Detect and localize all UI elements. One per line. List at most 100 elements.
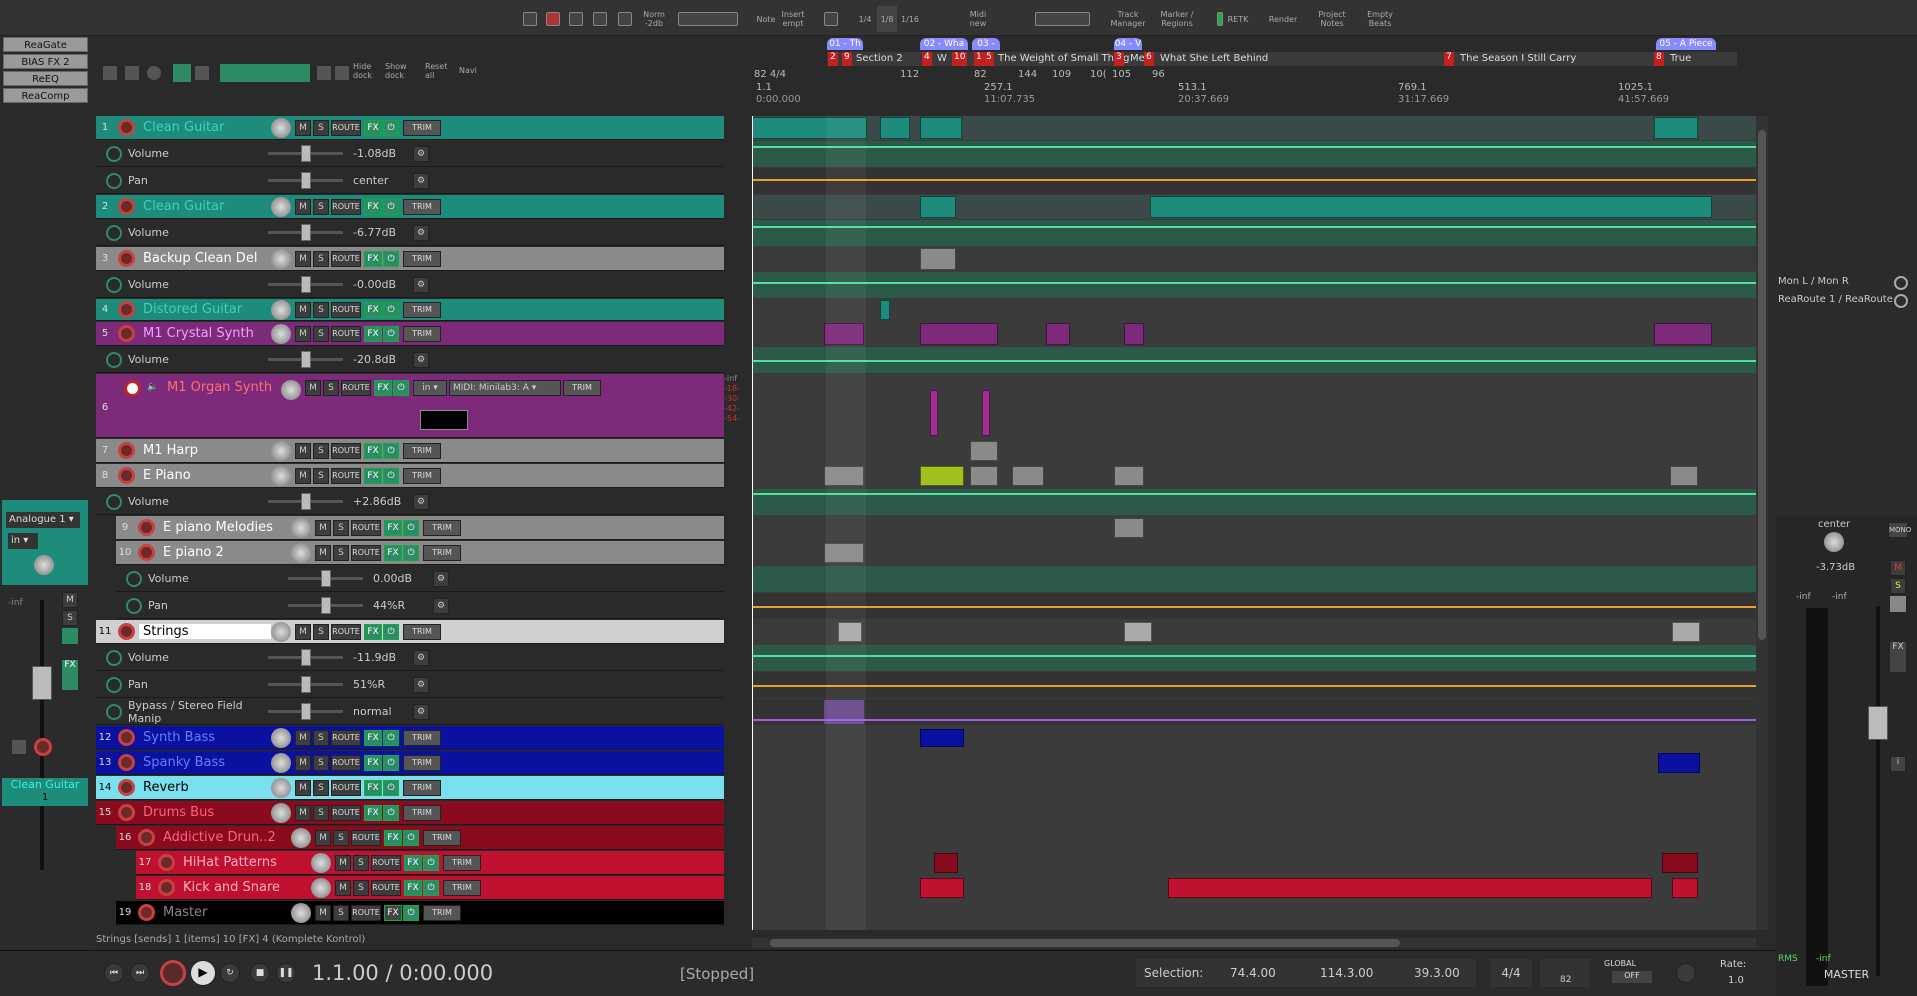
note-button[interactable]: Note (752, 6, 780, 32)
envelope-lane[interactable]: Volume +2.86dB ⚙ (96, 489, 724, 515)
record-arm-button[interactable] (118, 198, 135, 215)
route-button[interactable]: ROUTE (371, 879, 401, 896)
trim-button[interactable]: TRIM (403, 442, 441, 459)
fx-button[interactable]: FX (364, 729, 382, 746)
envelope-fader[interactable] (301, 172, 311, 189)
route-button[interactable]: ROUTE (371, 854, 401, 871)
volume-knob[interactable] (311, 877, 331, 898)
record-arm-button[interactable] (138, 544, 155, 561)
record-arm-button[interactable] (118, 325, 135, 342)
record-arm-button[interactable] (34, 738, 52, 756)
fx-bypass-button[interactable]: ⏻ (383, 804, 399, 821)
media-item[interactable] (1124, 323, 1144, 345)
media-item[interactable] (920, 117, 962, 139)
media-item[interactable] (880, 117, 910, 139)
fx-button[interactable]: FX (364, 325, 382, 342)
project-notes-button[interactable]: Project Notes (1312, 6, 1352, 32)
marker[interactable]: 8 (1654, 52, 1664, 66)
mute-button[interactable]: M (295, 301, 311, 318)
route-icon[interactable] (1890, 596, 1906, 612)
route-toggle-icon[interactable] (1894, 294, 1908, 308)
folder-icon[interactable] (103, 66, 117, 80)
media-item[interactable] (920, 878, 964, 898)
track-name[interactable]: Clean Guitar (139, 120, 271, 135)
fx-button[interactable]: FX (364, 779, 382, 796)
pan-knob[interactable] (34, 555, 54, 575)
record-arm-button[interactable] (118, 301, 135, 318)
record-arm-button[interactable] (124, 380, 141, 397)
envelope-fader[interactable] (321, 570, 331, 587)
track-13[interactable]: 13 Spanky Bass MS ROUTE FX ⏻ TRIM (96, 751, 724, 775)
grid-icon[interactable] (820, 6, 842, 32)
solo-button[interactable]: S (313, 729, 329, 746)
play-button[interactable]: ▶ (190, 960, 216, 986)
media-item[interactable] (920, 466, 964, 486)
envelope-fader[interactable] (301, 676, 311, 693)
fx-button[interactable]: FX (364, 442, 382, 459)
fx-button[interactable]: FX (384, 519, 402, 536)
tempo-display[interactable]: 82 (1540, 959, 1590, 987)
envelope-lane[interactable]: Volume 0.00dB ⚙ (116, 566, 724, 592)
trim-button[interactable]: TRIM (403, 198, 441, 215)
media-item[interactable] (920, 323, 998, 345)
fx-bypass-button[interactable]: ⏻ (383, 198, 399, 215)
power-icon[interactable] (106, 703, 122, 720)
gear-icon[interactable]: ⚙ (413, 703, 429, 720)
mute-button[interactable]: M (295, 804, 311, 821)
mute-button[interactable]: M (295, 442, 311, 459)
gear-icon[interactable]: ⚙ (433, 570, 449, 587)
track-15[interactable]: 15 Drums Bus MS ROUTE FX ⏻ TRIM (96, 801, 724, 825)
trim-button[interactable]: TRIM (403, 250, 441, 267)
trim-button[interactable]: TRIM (403, 467, 441, 484)
region-4[interactable]: 04 - V (1114, 38, 1142, 50)
media-item[interactable] (1046, 323, 1070, 345)
metronome-icon[interactable] (543, 6, 563, 32)
lock-icon[interactable] (335, 66, 349, 80)
route-button[interactable]: ROUTE (331, 325, 361, 342)
record-arm-button[interactable] (118, 467, 135, 484)
pause-button[interactable]: ❚❚ (276, 963, 296, 983)
fx-button[interactable]: FX (384, 829, 402, 846)
solo-button[interactable]: S (313, 250, 329, 267)
route-button[interactable]: ROUTE (331, 779, 361, 796)
envelope-lane[interactable]: Volume -0.00dB ⚙ (96, 272, 724, 298)
track-18[interactable]: 18 Kick and Snare MS ROUTE FX ⏻ TRIM (136, 876, 724, 900)
power-icon[interactable] (106, 649, 122, 666)
power-icon[interactable] (106, 493, 122, 510)
volume-knob[interactable] (291, 542, 311, 563)
fx-button[interactable]: FX (384, 904, 402, 921)
fx-bypass-button[interactable]: ⏻ (423, 879, 439, 896)
fx-button[interactable]: FX (62, 660, 78, 690)
route-button[interactable]: ROUTE (331, 119, 361, 136)
envelope-lane[interactable]: Bypass / Stereo Field Manip normal ⚙ (96, 699, 724, 725)
track-name[interactable]: M1 Harp (139, 443, 271, 458)
media-item[interactable] (1654, 117, 1698, 139)
fx-button[interactable]: FX (1890, 642, 1906, 672)
solo-button[interactable]: S (353, 879, 369, 896)
track-name[interactable]: Strings (139, 624, 271, 639)
volume-knob[interactable] (291, 827, 311, 848)
track-17[interactable]: 17 HiHat Patterns MS ROUTE FX ⏻ TRIM (136, 851, 724, 875)
selection-start[interactable]: 74.4.00 (1230, 966, 1276, 980)
track-6[interactable]: 6 🔈 M1 Organ Synth MS ROUTE FX ⏻ in ▾ MID… (96, 374, 724, 438)
trim-button[interactable]: TRIM (403, 301, 441, 318)
fx-bypass-button[interactable]: ⏻ (383, 467, 399, 484)
volume-knob[interactable] (271, 117, 291, 138)
track-7[interactable]: 7 M1 Harp MS ROUTE FX ⏻ TRIM (96, 439, 724, 463)
route-toggle-icon[interactable] (1894, 276, 1908, 290)
fx-item[interactable]: ReEQ (3, 71, 88, 86)
trim-button[interactable]: TRIM (403, 754, 441, 771)
record-arm-button[interactable] (118, 623, 135, 640)
media-item[interactable] (1672, 622, 1700, 642)
settings-icon[interactable] (590, 6, 610, 32)
envelope-fader[interactable] (301, 224, 311, 241)
envelope-lane[interactable]: Pan 51%R ⚙ (96, 672, 724, 698)
gear-icon[interactable]: ⚙ (413, 276, 429, 293)
track-3[interactable]: 3 Backup Clean Del MS ROUTE FX ⏻ TRIM (96, 247, 724, 271)
record-arm-button[interactable] (118, 804, 135, 821)
media-item[interactable] (1114, 466, 1144, 486)
media-item[interactable] (1662, 853, 1698, 873)
mute-button[interactable]: M (305, 380, 321, 396)
trim-button[interactable]: TRIM (423, 904, 461, 921)
envelope-fader[interactable] (301, 276, 311, 293)
